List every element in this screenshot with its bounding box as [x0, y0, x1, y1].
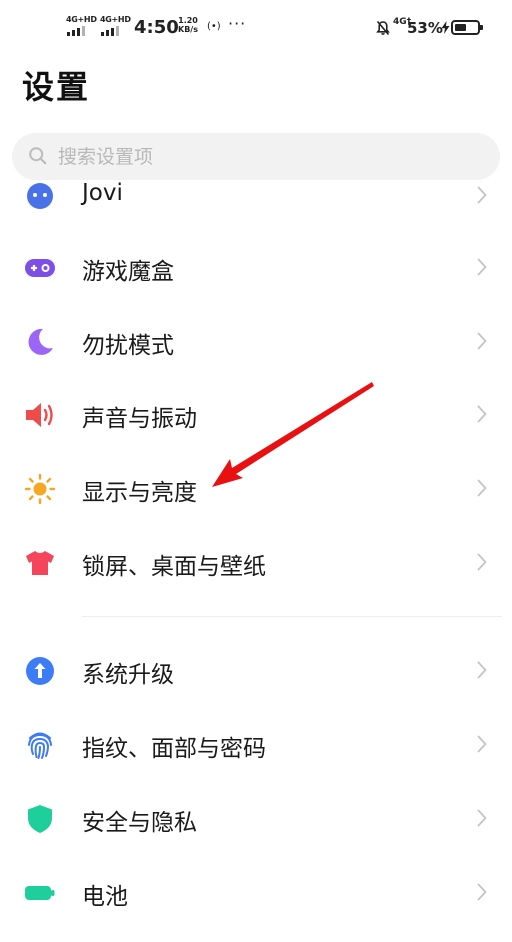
sim1-network-type: 4G+HD: [66, 15, 97, 24]
settings-item-label: 显示与亮度: [82, 480, 197, 506]
settings-item-lockscreen-wallpaper[interactable]: 锁屏、桌面与壁纸: [0, 533, 512, 593]
clock-time: 4:50: [134, 17, 179, 38]
settings-item-label: 系统升级: [82, 662, 174, 688]
search-input[interactable]: [56, 141, 480, 173]
page-title: 设置: [22, 68, 91, 106]
settings-item-fingerprint-face-password[interactable]: 指纹、面部与密码: [0, 715, 512, 775]
battery-percentage: 53%: [407, 19, 443, 37]
settings-item-label: 游戏魔盒: [82, 259, 174, 285]
settings-item-label: 锁屏、桌面与壁纸: [82, 554, 266, 580]
sim2-signal: 4G+HD: [100, 15, 131, 37]
chevron-right-icon: [477, 332, 487, 350]
settings-item-display-brightness[interactable]: 显示与亮度: [0, 459, 512, 519]
signal-bars-icon: [101, 26, 119, 36]
chevron-right-icon: [477, 809, 487, 827]
hotspot-icon: (•): [207, 21, 221, 32]
chevron-right-icon: [477, 883, 487, 901]
upgrade-arrow-icon: [24, 655, 56, 687]
moon-icon: [24, 326, 56, 358]
charging-bolt-icon: [441, 21, 450, 34]
more-notifications-icon: ···: [228, 14, 247, 33]
mute-bell-icon: [376, 20, 390, 36]
sun-icon: [24, 473, 56, 505]
network-speed-unit: KB/s: [178, 25, 198, 34]
settings-item-label: 指纹、面部与密码: [82, 736, 266, 762]
settings-item-game-box[interactable]: 游戏魔盒: [0, 238, 512, 298]
settings-item-label: 电池: [82, 884, 128, 910]
settings-item-system-upgrade[interactable]: 系统升级: [0, 641, 512, 701]
battery-item-icon: [24, 877, 56, 909]
signal-bars-icon: [67, 26, 85, 36]
sim2-network-type: 4G+HD: [100, 15, 131, 24]
fingerprint-icon: [24, 729, 56, 761]
battery-level-fill: [455, 24, 466, 31]
section-divider: [82, 616, 502, 617]
settings-item-label: Jovi: [82, 182, 123, 206]
settings-item-jovi[interactable]: Jovi: [0, 182, 512, 226]
battery-icon: [451, 20, 483, 35]
speaker-icon: [24, 399, 56, 431]
settings-item-label: 声音与振动: [82, 406, 197, 432]
sim1-signal: 4G+HD: [66, 15, 97, 37]
settings-item-battery[interactable]: 电池: [0, 863, 512, 923]
tshirt-icon: [24, 547, 56, 579]
chevron-right-icon: [477, 186, 487, 204]
chevron-right-icon: [477, 661, 487, 679]
game-box-icon: [24, 252, 56, 284]
status-bar: 4G+HD 4G+HD 4:50 1.20 KB/s (•) ··· 4G† 5…: [0, 0, 512, 58]
settings-item-do-not-disturb[interactable]: 勿扰模式: [0, 312, 512, 372]
settings-item-sound-vibration[interactable]: 声音与振动: [0, 385, 512, 445]
search-icon: [29, 147, 47, 165]
search-bar[interactable]: [12, 133, 500, 180]
settings-item-label: 勿扰模式: [82, 333, 174, 359]
network-speed-value: 1.20: [178, 16, 198, 25]
jovi-icon: [24, 182, 56, 212]
network-speed: 1.20 KB/s: [176, 16, 200, 34]
shield-icon: [24, 803, 56, 835]
chevron-right-icon: [477, 405, 487, 423]
settings-list: Jovi 游戏魔盒 勿扰模式 声音与振动 显示与亮度 锁屏、桌面与壁纸 系统升级…: [0, 182, 512, 942]
chevron-right-icon: [477, 479, 487, 497]
chevron-right-icon: [477, 553, 487, 571]
settings-item-label: 安全与隐私: [82, 810, 197, 836]
chevron-right-icon: [477, 258, 487, 276]
chevron-right-icon: [477, 735, 487, 753]
settings-item-security-privacy[interactable]: 安全与隐私: [0, 789, 512, 849]
